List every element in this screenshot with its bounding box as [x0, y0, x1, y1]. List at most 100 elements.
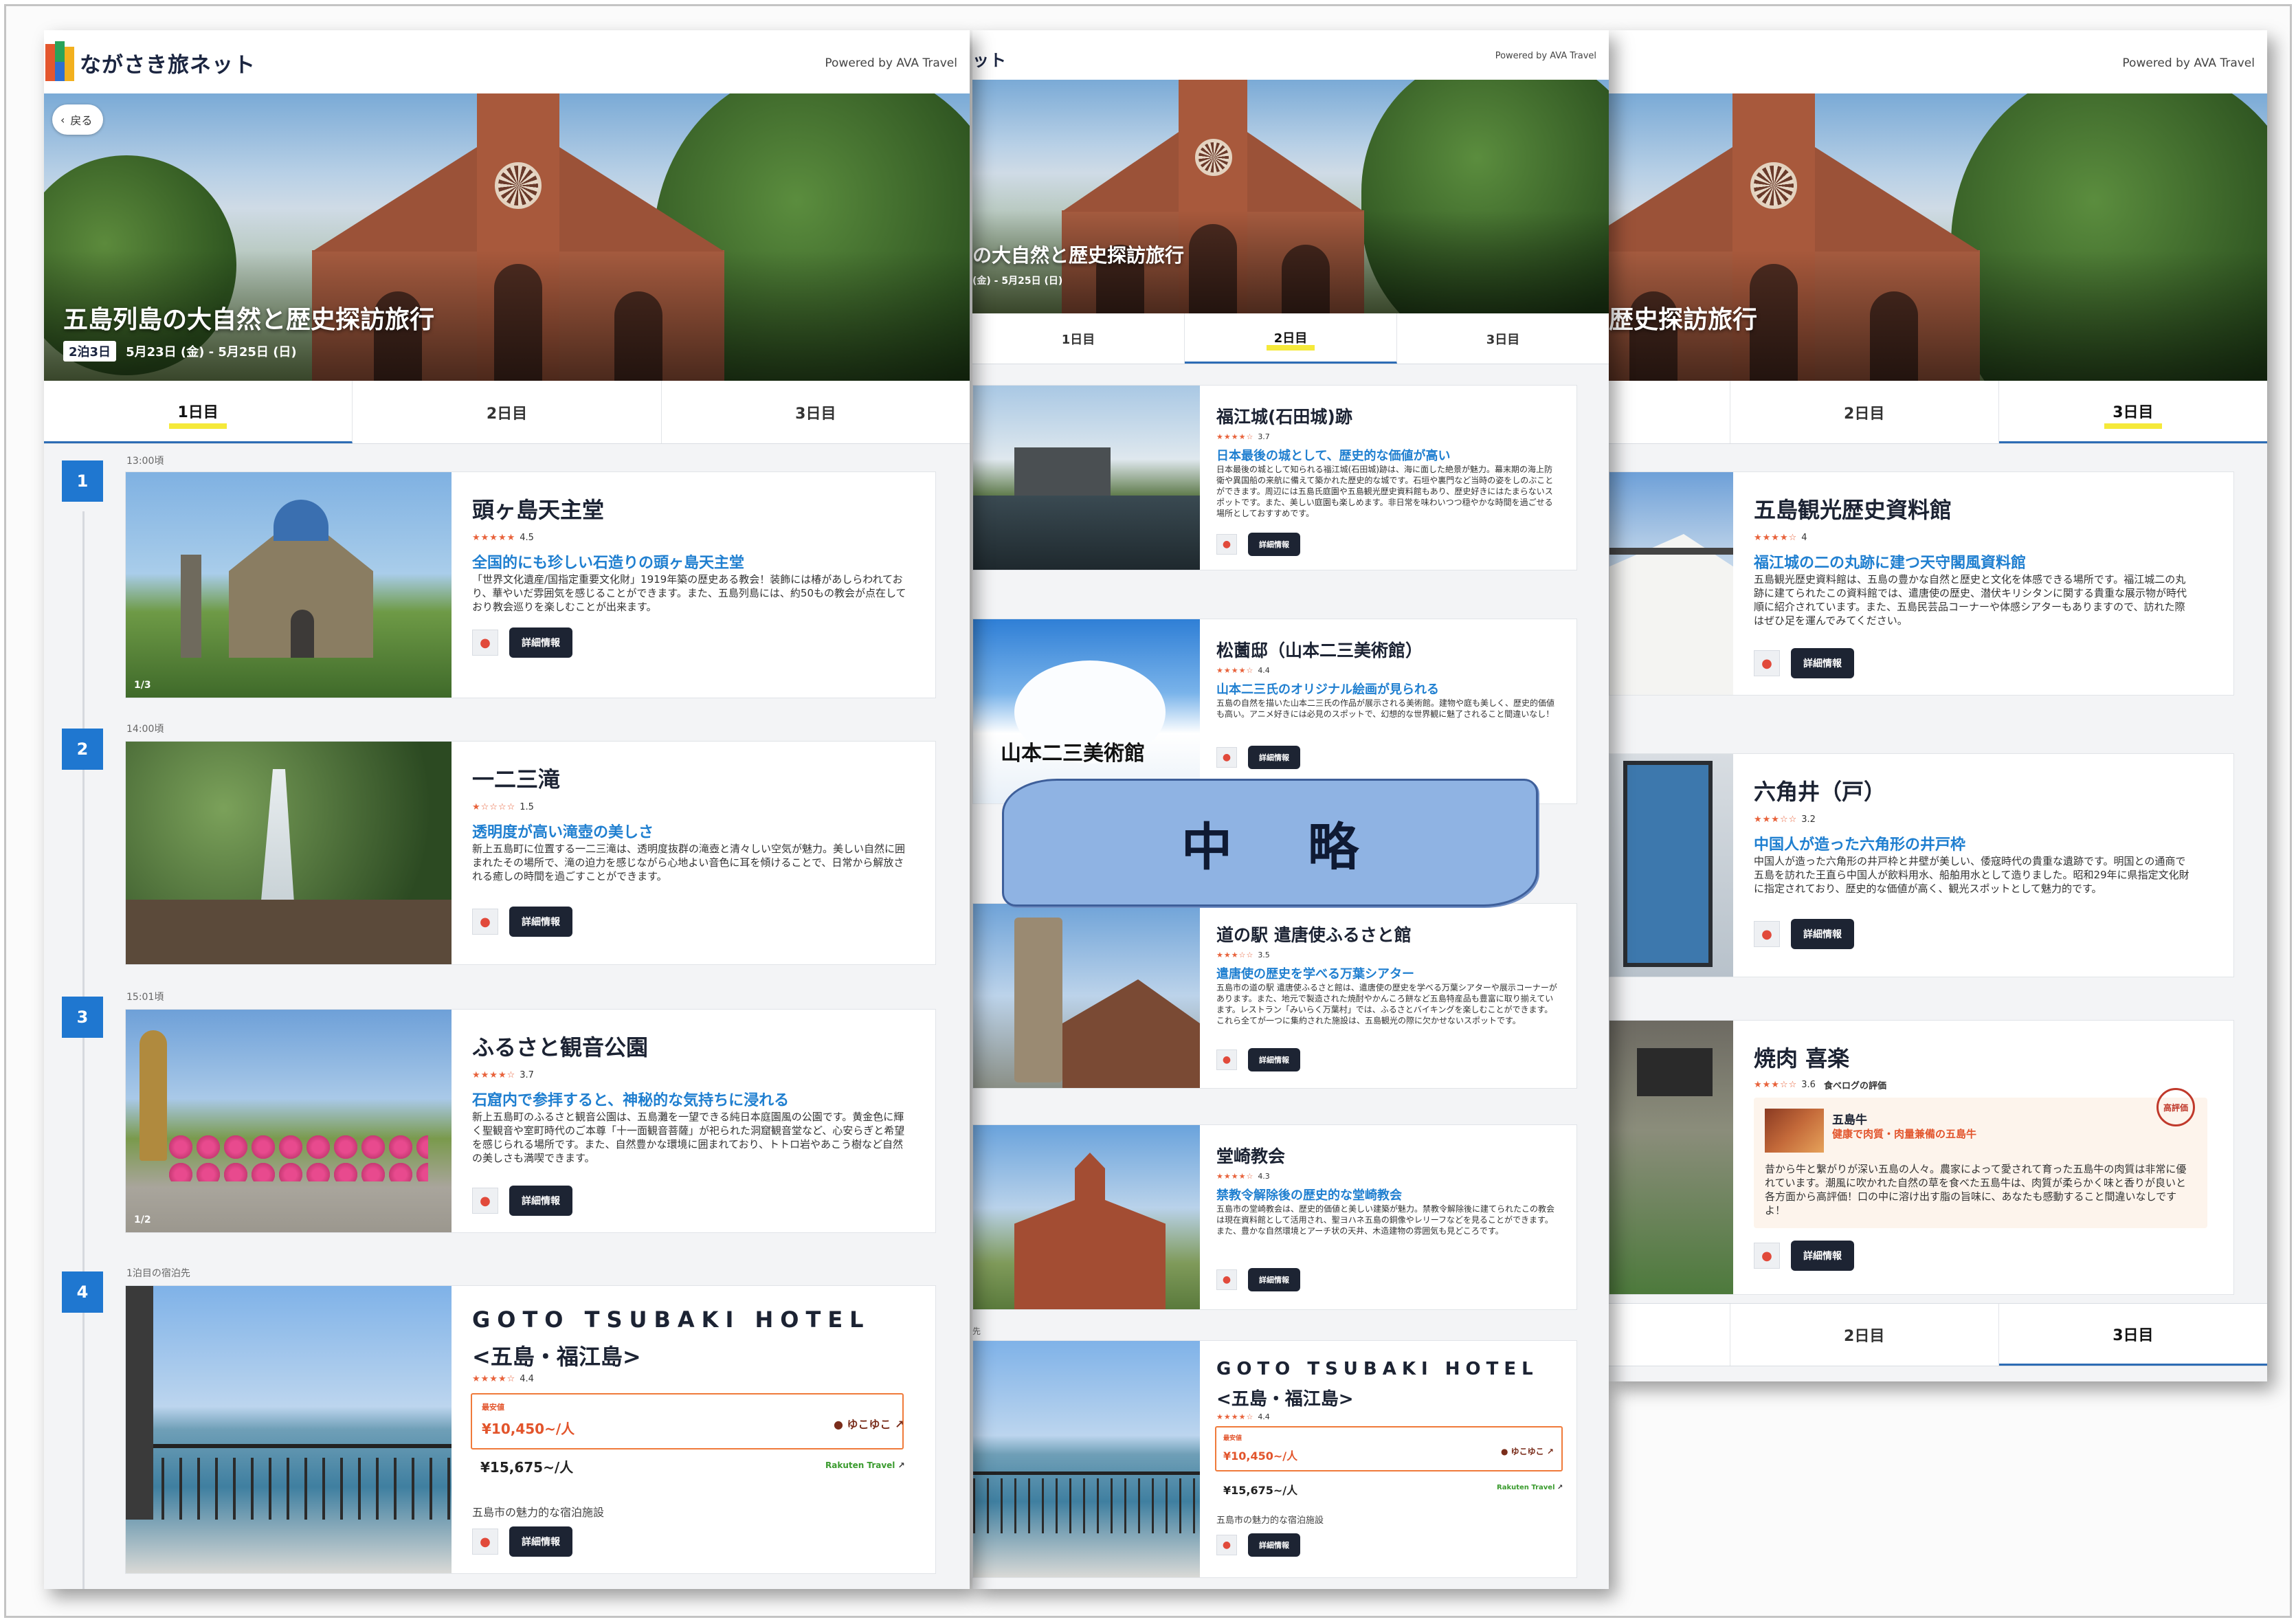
- spot-card[interactable]: 福江城(石田城)跡 ★★★★☆ 3.7 日本最後の城として、歴史的な価値が高い 日…: [972, 385, 1577, 570]
- detail-button[interactable]: 詳細情報: [1248, 1533, 1300, 1557]
- spot-name[interactable]: 松薗邸（山本二三美術館）: [1216, 637, 1423, 662]
- spot-image[interactable]: [973, 904, 1200, 1088]
- map-pin-icon[interactable]: ●: [1216, 1535, 1237, 1555]
- chevron-left-icon: ‹: [60, 113, 65, 126]
- trip-dates: 2泊3日 5月23日 (金) - 5月25日 (日): [63, 341, 297, 362]
- hotel-name[interactable]: GOTO TSUBAKI HOTEL: [472, 1307, 871, 1333]
- detail-button[interactable]: 詳細情報: [1248, 1268, 1300, 1291]
- spot-name[interactable]: ふるさと観音公園: [472, 1030, 648, 1062]
- other-price: ¥15,675~/人: [1223, 1484, 1298, 1497]
- cheapest-plan[interactable]: 最安値 ¥10,450~/人 ● ゆこゆこ ↗: [471, 1393, 904, 1449]
- spot-card[interactable]: 1/2 ふるさと観音公園 ★★★★☆ 3.7 石窟内で参拝すると、神秘的な気持ちに…: [125, 1009, 936, 1233]
- spot-image[interactable]: 山本二三美術館: [973, 619, 1200, 803]
- tab-day1-bottom[interactable]: [1609, 1304, 1730, 1366]
- tab-day3[interactable]: 3日目: [662, 381, 970, 443]
- detail-button[interactable]: 詳細情報: [1791, 1241, 1854, 1271]
- detail-button[interactable]: 詳細情報: [1791, 919, 1854, 949]
- hotel-card[interactable]: GOTO TSUBAKI HOTEL <五島・福江島> ★★★★☆ 4.4 最安値…: [125, 1285, 936, 1574]
- spot-name[interactable]: 一二三滝: [472, 762, 560, 794]
- tab-day3[interactable]: 3日目: [1998, 381, 2267, 443]
- spot-card[interactable]: 一二三滝 ★☆☆☆☆ 1.5 透明度が高い滝壺の美しさ 新上五島町に位置する一二三…: [125, 741, 936, 965]
- spot-image[interactable]: 1/3: [126, 472, 452, 698]
- map-pin-icon[interactable]: ●: [1216, 534, 1237, 555]
- map-pin-icon[interactable]: ●: [1216, 1269, 1237, 1290]
- app-logo[interactable]: ながさき旅ネット: [45, 38, 256, 87]
- detail-button[interactable]: 詳細情報: [1248, 533, 1300, 556]
- map-pin-icon[interactable]: ●: [472, 909, 498, 935]
- cheapest-plan[interactable]: 最安値 ¥10,450~/人 ● ゆこゆこ ↗: [1215, 1426, 1563, 1471]
- app-logo[interactable]: ながさき旅ネット: [972, 34, 1007, 82]
- tab-day1[interactable]: 1日目: [972, 313, 1185, 364]
- day-tabs-bottom: 2日目 3日目: [1609, 1303, 2267, 1366]
- spot-card[interactable]: 焼肉 喜楽 ★★★☆☆ 3.6 食べログの評価 五島牛 健康で肉質・肉量兼備の五島…: [1609, 1020, 2234, 1295]
- map-pin-icon[interactable]: ●: [1216, 747, 1237, 768]
- map-pin-icon[interactable]: ●: [472, 630, 498, 656]
- powered-by: Powered by AVA Travel: [2122, 56, 2255, 70]
- vendor-yukoyuko[interactable]: ● ゆこゆこ ↗: [834, 1415, 904, 1432]
- spot-name[interactable]: 福江城(石田城)跡: [1216, 403, 1352, 428]
- cheapest-price: ¥10,450~/人: [482, 1421, 575, 1437]
- detail-button[interactable]: 詳細情報: [509, 627, 572, 658]
- detail-button[interactable]: 詳細情報: [509, 1526, 572, 1557]
- spot-image[interactable]: [1609, 754, 1733, 977]
- spot-image[interactable]: 1/2: [126, 1010, 452, 1232]
- spot-card[interactable]: 六角井（戸） ★★★☆☆ 3.2 中国人が造った六角形の井戸枠 中国人が造った六角…: [1609, 753, 2234, 977]
- hotel-image[interactable]: [973, 1341, 1200, 1577]
- detail-button[interactable]: 詳細情報: [1248, 746, 1300, 769]
- cheapest-label: 最安値: [482, 1403, 504, 1412]
- hotel-card[interactable]: GOTO TSUBAKI HOTEL <五島・福江島> ★★★★☆ 4.4 最安値…: [972, 1340, 1577, 1578]
- spot-image[interactable]: [973, 1125, 1200, 1309]
- detail-button[interactable]: 詳細情報: [1791, 648, 1854, 678]
- spot-image[interactable]: [126, 742, 452, 964]
- rating-value: 3.7: [520, 1070, 534, 1080]
- back-button[interactable]: ‹ 戻る: [52, 104, 104, 135]
- detail-button[interactable]: 詳細情報: [509, 907, 572, 937]
- spot-name[interactable]: 堂崎教会: [1216, 1143, 1285, 1168]
- detail-button[interactable]: 詳細情報: [1248, 1048, 1300, 1071]
- spot-card[interactable]: 道の駅 遣唐使ふるさと館 ★★★☆☆ 3.5 遣唐使の歴史を学べる万葉シアター 五…: [972, 903, 1577, 1089]
- tab-day3-bottom[interactable]: 3日目: [1998, 1304, 2267, 1366]
- detail-button[interactable]: 詳細情報: [509, 1186, 572, 1216]
- map-pin-icon[interactable]: ●: [1216, 1049, 1237, 1070]
- spot-image[interactable]: [1609, 472, 1733, 695]
- spot-card[interactable]: 山本二三美術館 松薗邸（山本二三美術館） ★★★★☆ 4.4 山本二三氏のオリジナ…: [972, 619, 1577, 804]
- hotel-name[interactable]: GOTO TSUBAKI HOTEL: [1216, 1359, 1539, 1379]
- tab-day1[interactable]: 1日目: [44, 381, 353, 443]
- spot-name[interactable]: 六角井（戸）: [1754, 775, 1886, 806]
- powered-by: Powered by AVA Travel: [825, 56, 957, 70]
- spot-name[interactable]: 頭ヶ島天主堂: [472, 493, 604, 524]
- spot-name[interactable]: 焼肉 喜楽: [1754, 1041, 1849, 1073]
- spot-card[interactable]: 五島観光歴史資料館 ★★★★☆ 4 福江城の二の丸跡に建つ天守閣風資料館 五島観光…: [1609, 471, 2234, 696]
- tab-day1[interactable]: [1609, 381, 1730, 443]
- hero-image: の大自然と歴史探訪旅行 (金) - 5月25日 (日): [972, 80, 1609, 313]
- spot-name[interactable]: 五島観光歴史資料館: [1754, 493, 1952, 524]
- tab-day2[interactable]: 2日目: [1185, 313, 1397, 364]
- tab-day2[interactable]: 2日目: [353, 381, 662, 443]
- spot-card[interactable]: 堂崎教会 ★★★★☆ 4.3 禁教令解除後の歴史的な堂崎教会 五島市の堂崎教会は、…: [972, 1124, 1577, 1310]
- vendor-yukoyuko[interactable]: ● ゆこゆこ ↗: [1501, 1445, 1554, 1457]
- spot-name[interactable]: 道の駅 遣唐使ふるさと館: [1216, 922, 1412, 946]
- map-pin-icon[interactable]: ●: [472, 1529, 498, 1555]
- tab-day3[interactable]: 3日目: [1397, 313, 1609, 364]
- spot-rating: ★★★★☆ 4: [1754, 533, 1807, 543]
- spot-card[interactable]: 1/3 頭ヶ島天主堂 ★★★★★ 4.5 全国的にも珍しい石造りの頭ヶ島天主堂 「…: [125, 471, 936, 698]
- hotel-image[interactable]: [126, 1286, 452, 1573]
- vendor-rakuten[interactable]: Rakuten Travel ↗: [1497, 1484, 1563, 1491]
- spot-description: 中国人が造った六角形の井戸枠と井壁が美しい、倭寇時代の貴重な遺跡です。明国との通…: [1754, 855, 2189, 895]
- map-pin-icon[interactable]: ●: [1754, 650, 1780, 676]
- tab-day2-bottom[interactable]: 2日目: [1730, 1304, 1999, 1366]
- nights-badge: 2泊3日: [63, 341, 117, 362]
- spot-catchcopy: 中国人が造った六角形の井戸枠: [1754, 836, 1966, 854]
- spot-image[interactable]: [1609, 1021, 1733, 1294]
- star-rating-icon: ★★★★☆: [1754, 533, 1798, 543]
- vendor-rakuten[interactable]: Rakuten Travel ↗: [825, 1460, 905, 1470]
- map-pin-icon[interactable]: ●: [1754, 1243, 1780, 1269]
- map-pin-icon[interactable]: ●: [1754, 921, 1780, 947]
- spot-description: 「世界文化遺産/国指定重要文化財」1919年築の歴史ある教会！装飾には椿があしら…: [472, 573, 906, 613]
- spot-body: 一二三滝 ★☆☆☆☆ 1.5 透明度が高い滝壺の美しさ 新上五島町に位置する一二三…: [452, 742, 935, 964]
- map-pin-icon[interactable]: ●: [472, 1188, 498, 1214]
- rating-value: 4.4: [1258, 1412, 1270, 1421]
- spot-image[interactable]: [973, 386, 1200, 570]
- tab-day2[interactable]: 2日目: [1730, 381, 1999, 443]
- rating-value: 4: [1801, 533, 1807, 543]
